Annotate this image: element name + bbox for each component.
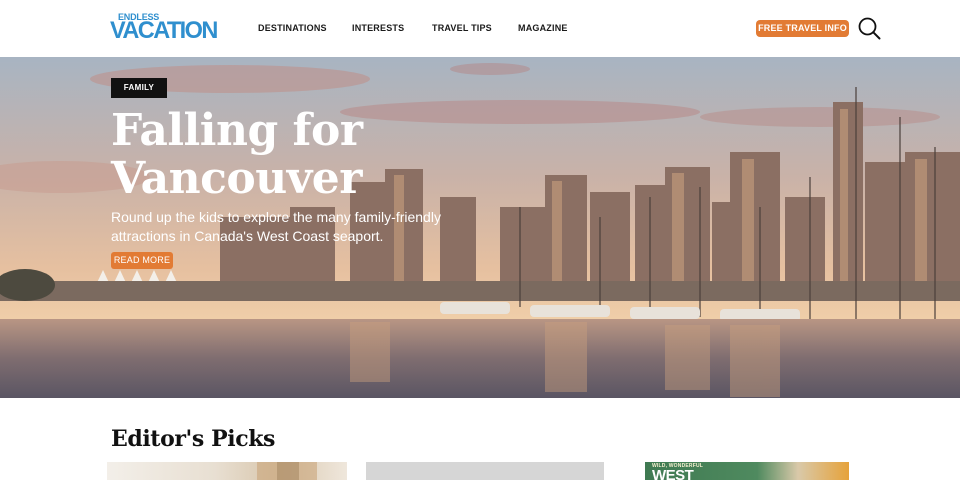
logo-wordmark: VACATION: [110, 17, 218, 44]
search-icon[interactable]: [857, 16, 881, 40]
hero-title[interactable]: Falling for Vancouver: [111, 107, 431, 203]
pick-card-2-image[interactable]: [366, 462, 604, 480]
nav-item-destinations[interactable]: DESTINATIONS: [258, 23, 327, 33]
pick-card-3-image[interactable]: WILD, WONDERFUL WEST: [645, 462, 849, 480]
nav-item-travel-tips[interactable]: TRAVEL TIPS: [432, 23, 492, 33]
site-header: ENDLESS VACATION DESTINATIONS INTERESTS …: [0, 0, 960, 57]
nav-item-magazine[interactable]: MAGAZINE: [518, 23, 568, 33]
nav-item-interests[interactable]: INTERESTS: [352, 23, 404, 33]
read-more-button[interactable]: READ MORE: [111, 252, 173, 269]
hero-subtitle: Round up the kids to explore the many fa…: [111, 209, 441, 244]
category-tag[interactable]: FAMILY: [111, 78, 167, 98]
pick-card-1-photo: [257, 462, 317, 480]
pick-card-1-image[interactable]: [107, 462, 347, 480]
free-travel-info-button[interactable]: FREE TRAVEL INFO: [756, 20, 849, 37]
hero-banner: FAMILY Falling for Vancouver Round up th…: [0, 57, 960, 398]
endless-vacation-logo[interactable]: ENDLESS VACATION: [110, 13, 226, 45]
section-title-editors-picks: Editor's Picks: [111, 426, 276, 452]
pick-card-3-word: WEST: [652, 467, 694, 480]
